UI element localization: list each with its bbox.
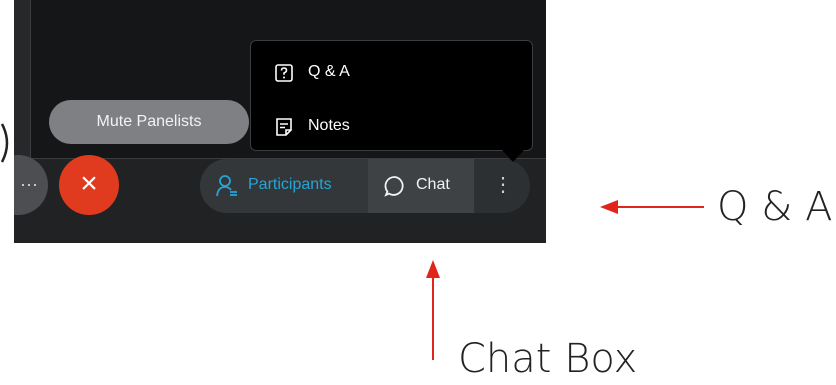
participants-label: Participants (248, 176, 332, 193)
stage-side-panel (14, 0, 31, 158)
partial-parenthesis-glyph (0, 123, 9, 163)
more-vertical-icon: ⋮ (493, 174, 513, 196)
menu-pointer (502, 150, 524, 162)
more-options-button[interactable]: ⋮ (476, 159, 530, 213)
notes-icon (276, 118, 292, 136)
control-group: Participants Chat ⋮ (200, 159, 530, 213)
meeting-window: Mute Panelists ··· × Participants Chat ⋮ (14, 0, 546, 243)
close-icon: × (80, 167, 98, 200)
menu-item-notes[interactable]: Notes (251, 107, 532, 147)
menu-item-label: Q & A (308, 63, 350, 80)
chat-bubble-icon (384, 176, 404, 197)
leave-meeting-button[interactable]: × (59, 155, 119, 215)
more-circle-button[interactable]: ··· (14, 155, 48, 215)
menu-item-label: Notes (308, 117, 350, 134)
chat-button[interactable]: Chat (368, 159, 474, 213)
question-box-icon (275, 64, 293, 82)
more-options-menu: Q & A Notes (250, 40, 533, 151)
chat-label: Chat (416, 176, 450, 193)
chat-annotation-label: Chat Box (458, 336, 638, 382)
qa-annotation-label: Q & A (717, 184, 833, 230)
participants-icon (216, 175, 237, 197)
menu-item-qa[interactable]: Q & A (251, 53, 532, 93)
mute-panelists-button[interactable]: Mute Panelists (49, 100, 249, 144)
participants-button[interactable]: Participants (200, 159, 368, 213)
chat-pointer-arrow (426, 260, 440, 360)
qa-pointer-arrow (600, 200, 704, 214)
